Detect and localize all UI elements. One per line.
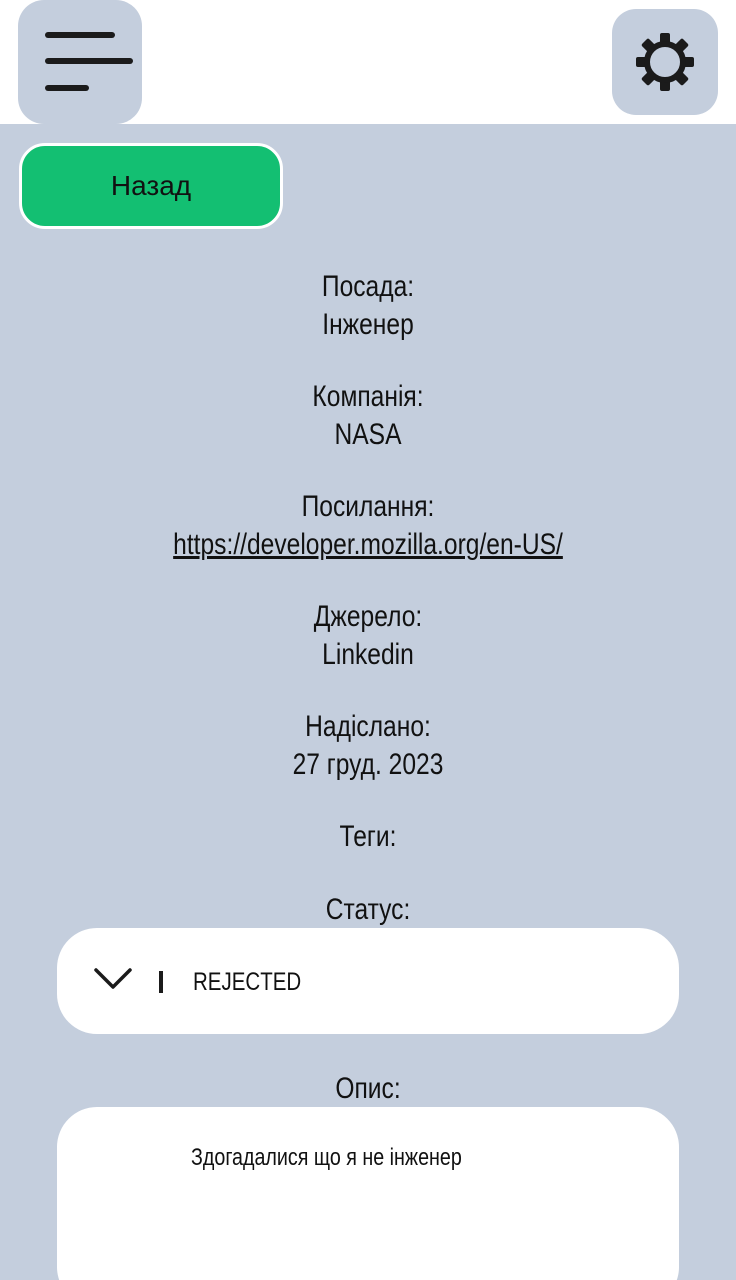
top-bar: [0, 0, 736, 124]
status-label: Статус:: [325, 893, 411, 926]
description-label: Опис:: [335, 1072, 401, 1105]
source-value: Linkedin: [322, 638, 414, 671]
company-value: NASA: [334, 418, 402, 451]
link-field: https://developer.mozilla.org/en-US/: [66, 526, 670, 564]
back-button[interactable]: Назад: [19, 143, 283, 229]
position-label: Посада:: [321, 270, 415, 303]
settings-button[interactable]: [612, 9, 718, 115]
position-value: Інженер: [322, 308, 414, 341]
sent-date: 27 груд. 2023: [292, 748, 444, 781]
tags-label: Теги:: [339, 820, 397, 853]
description-text: Здогадалися що я не інженер: [191, 1144, 462, 1171]
gear-icon: [636, 33, 694, 91]
menu-button[interactable]: [18, 0, 142, 124]
source-label: Джерело:: [313, 600, 423, 633]
back-button-label: Назад: [110, 170, 192, 201]
select-divider: [159, 971, 163, 993]
chevron-down-icon[interactable]: [94, 967, 132, 991]
job-details-page: Назад Посада: Інженер Компанія: NASA Пос…: [0, 0, 736, 1280]
link-label: Посилання:: [301, 490, 435, 523]
company-label: Компанія:: [312, 380, 424, 413]
status-selected-value: REJECTED: [193, 968, 302, 996]
vacancy-link[interactable]: https://developer.mozilla.org/en-US/: [173, 528, 563, 561]
sent-label: Надіслано:: [305, 710, 431, 743]
status-select[interactable]: [57, 928, 679, 1034]
description-box[interactable]: [57, 1107, 679, 1280]
